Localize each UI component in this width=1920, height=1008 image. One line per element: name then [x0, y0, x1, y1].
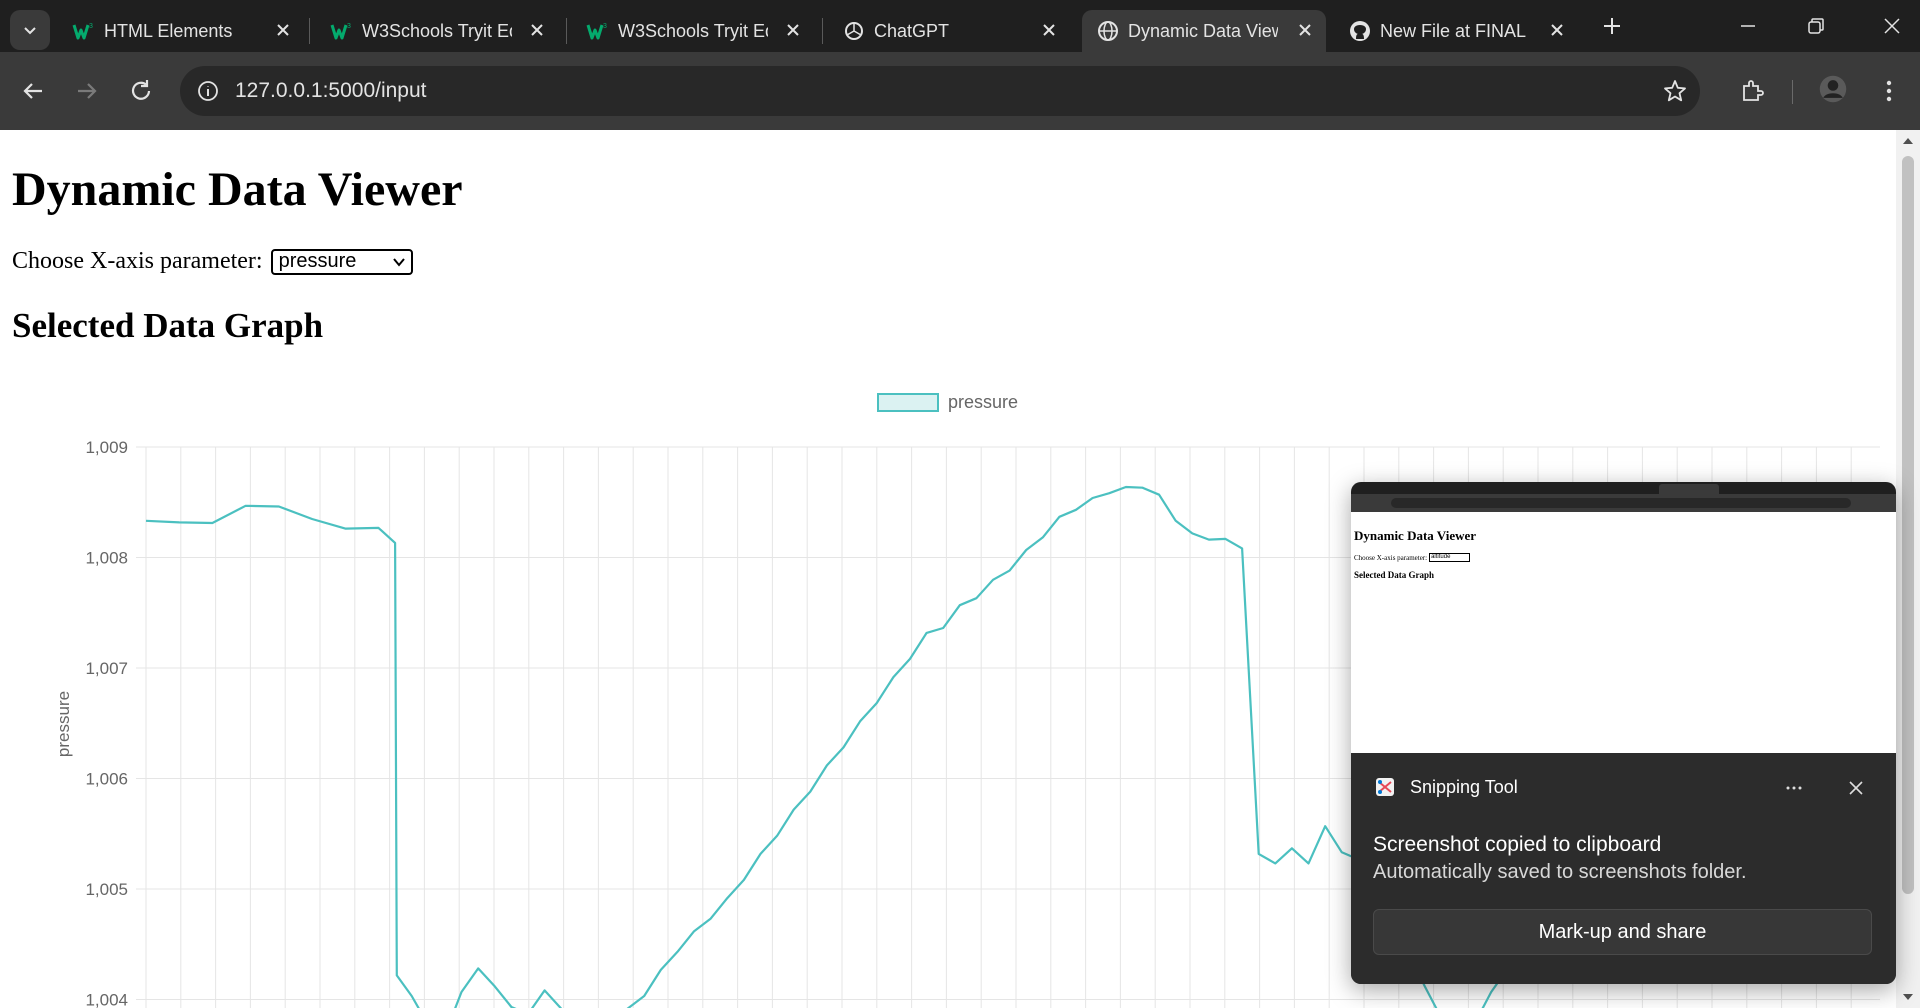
w3schools-icon: 3 — [586, 23, 607, 40]
back-icon[interactable] — [18, 76, 48, 106]
preview-active-tab — [1659, 484, 1719, 494]
scroll-up-icon[interactable] — [1902, 136, 1914, 146]
tab-label: Dynamic Data View — [1128, 21, 1278, 41]
chevron-down-icon — [392, 257, 405, 267]
markup-and-share-button[interactable]: Mark-up and share — [1373, 909, 1872, 955]
scroll-down-icon[interactable] — [1902, 992, 1914, 1002]
param-selected-value: pressure — [278, 250, 357, 272]
github-icon — [1350, 21, 1370, 41]
y-tick-label: 1,006 — [85, 770, 128, 789]
more-menu-icon[interactable] — [1874, 76, 1904, 106]
scroll-thumb[interactable] — [1902, 156, 1914, 894]
preview-param-row: Choose X-axis parameter: altitude — [1354, 553, 1471, 562]
tab-chatgpt[interactable]: ChatGPT — [828, 10, 1068, 52]
svg-text:3: 3 — [603, 23, 607, 30]
close-icon[interactable] — [782, 19, 804, 41]
tab-label: HTML Elements — [104, 21, 233, 41]
reload-icon[interactable] — [126, 76, 156, 106]
tab-search-button[interactable] — [10, 10, 50, 50]
y-tick-label: 1,004 — [85, 991, 128, 1008]
svg-text:3: 3 — [347, 23, 351, 30]
y-tick-label: 1,007 — [85, 659, 128, 678]
param-label: Choose X-axis parameter: — [12, 248, 263, 274]
chatgpt-icon — [845, 22, 863, 40]
notification-subtext: Automatically saved to screenshots folde… — [1373, 861, 1747, 883]
url-text: 127.0.0.1:5000/input — [235, 79, 427, 102]
section-title: Selected Data Graph — [12, 306, 324, 345]
y-tick-label: 1,009 — [85, 438, 128, 457]
tab-html-elements[interactable]: 3 HTML Elements — [58, 10, 298, 52]
notification-headline: Screenshot copied to clipboard — [1373, 833, 1662, 856]
svg-text:3: 3 — [89, 23, 93, 30]
tab-w3schools-tryit-2[interactable]: 3 W3Schools Tryit Ed — [572, 10, 812, 52]
y-axis-tick-labels: 1,009 1,008 1,007 1,006 1,005 1,004 — [85, 438, 128, 1008]
y-axis-label: pressure — [54, 691, 73, 757]
tab-github-new-file[interactable]: New File at FINAL — [1334, 10, 1574, 52]
y-tick-label: 1,005 — [85, 880, 128, 899]
close-icon[interactable] — [1294, 19, 1316, 41]
legend-label: pressure — [948, 392, 1018, 412]
preview-page-title: Dynamic Data Viewer — [1354, 528, 1477, 543]
snipping-tool-icon — [1376, 778, 1394, 796]
chevron-down-icon — [24, 27, 36, 35]
x-axis-param-select[interactable]: pressure — [270, 248, 413, 275]
tab-label: W3Schools Tryit Ed — [362, 21, 512, 41]
close-icon[interactable] — [526, 19, 548, 41]
toolbar-separator — [1792, 80, 1793, 104]
tab-w3schools-tryit-1[interactable]: 3 W3Schools Tryit Ed — [316, 10, 556, 52]
page-title: Dynamic Data Viewer — [12, 163, 463, 216]
close-icon[interactable] — [272, 19, 294, 41]
new-tab-icon[interactable] — [1600, 14, 1624, 38]
notification-body: Snipping Tool Screenshot copied to clipb… — [1351, 753, 1896, 984]
y-tick-label: 1,008 — [85, 549, 128, 568]
close-icon[interactable] — [1546, 19, 1568, 41]
tab-dynamic-data-viewer[interactable]: Dynamic Data View — [1082, 10, 1326, 52]
close-window-icon[interactable] — [1880, 14, 1904, 38]
more-options-icon[interactable] — [1783, 777, 1805, 799]
tab-label: W3Schools Tryit Ed — [618, 21, 768, 41]
tab-label: New File at FINAL — [1380, 21, 1527, 41]
forward-icon[interactable] — [72, 76, 102, 106]
tab-strip: 3 HTML Elements 3 W3Schools Tryit Ed 3 W… — [0, 0, 1920, 52]
w3schools-icon: 3 — [330, 23, 351, 40]
tab-separator — [309, 18, 310, 44]
preview-param-select: altitude — [1429, 553, 1471, 562]
close-icon[interactable] — [1845, 777, 1867, 799]
tab-separator — [566, 18, 567, 44]
extensions-icon[interactable] — [1738, 76, 1768, 106]
address-bar[interactable]: 127.0.0.1:5000/input — [180, 66, 1700, 116]
preview-param-label: Choose X-axis parameter: — [1354, 553, 1428, 562]
snipping-tool-notification[interactable]: Dynamic Data Viewer Choose X-axis parame… — [1351, 482, 1896, 984]
param-row: Choose X-axis parameter: pressure — [12, 248, 413, 275]
preview-tabstrip — [1351, 482, 1896, 494]
notification-app-name: Snipping Tool — [1410, 777, 1518, 797]
preview-address-bar — [1391, 498, 1851, 508]
w3schools-icon: 3 — [72, 23, 93, 40]
minimize-icon[interactable] — [1736, 14, 1760, 38]
close-icon[interactable] — [1038, 19, 1060, 41]
preview-section-title: Selected Data Graph — [1354, 570, 1434, 580]
profile-avatar-icon[interactable] — [1818, 74, 1848, 104]
site-info-icon[interactable] — [196, 79, 220, 103]
tab-label: ChatGPT — [874, 21, 950, 41]
restore-icon[interactable] — [1804, 14, 1828, 38]
page-scrollbar[interactable] — [1896, 130, 1920, 1008]
legend-swatch — [877, 393, 939, 412]
bookmark-star-icon[interactable] — [1662, 78, 1688, 104]
legend[interactable]: pressure — [877, 392, 1018, 412]
globe-icon — [1098, 21, 1118, 41]
browser-toolbar: 127.0.0.1:5000/input — [0, 52, 1920, 130]
tab-separator — [822, 18, 823, 44]
screenshot-preview[interactable]: Dynamic Data Viewer Choose X-axis parame… — [1351, 482, 1896, 753]
